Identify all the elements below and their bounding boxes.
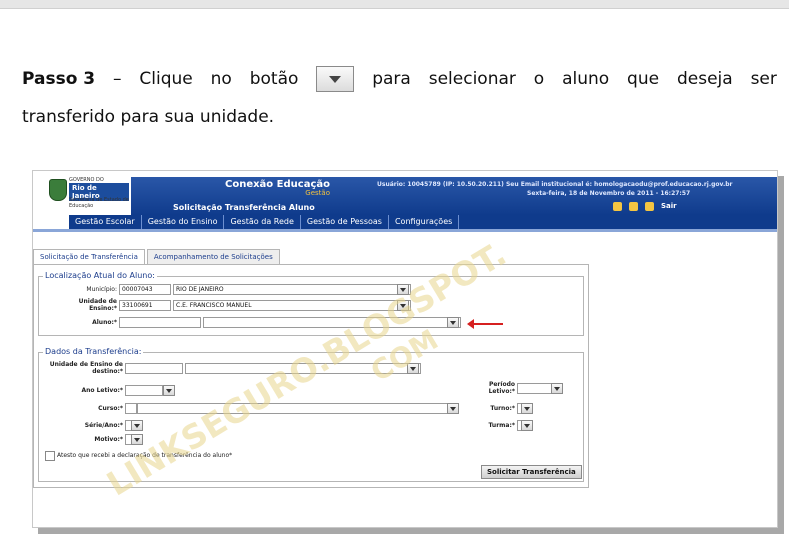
page-subtitle: Solicitação Transferência Aluno [173,203,315,212]
word: botão [249,69,299,89]
user-icon[interactable] [629,201,638,211]
logo-secretaria: Secretaria de Estado de Educação [69,197,129,209]
word: aluno [562,69,610,89]
municipio-label: Município: [86,286,117,293]
aluno-label: Aluno:* [92,319,117,326]
instruction-line-2: transferido para sua unidade. [22,107,275,127]
nav-configuracoes[interactable]: Configurações [389,215,460,229]
tab-acompanhamento[interactable]: Acompanhamento de Solicitações [146,249,280,265]
ano-letivo-dropdown-button[interactable] [163,385,175,396]
unidade-destino-label: Unidade de Ensino de destino:* [49,361,123,375]
localizacao-legend: Localização Atual do Aluno: [43,271,157,280]
word: que [627,69,660,89]
app-header: GOVERNO DO Rio de Janeiro Secretaria de … [33,171,777,215]
solicitar-transferencia-button[interactable]: Solicitar Transferência [481,465,582,479]
serie-ano-label: Série/Ano:* [84,422,123,429]
coat-of-arms-icon [49,179,67,201]
exit-icon[interactable] [645,201,654,211]
home-icon[interactable] [613,201,622,211]
unidade-destino-code-field[interactable] [125,363,183,374]
turma-dropdown-button[interactable] [521,420,533,431]
nav-gestao-rede[interactable]: Gestão da Rede [224,215,301,229]
header-icons: Sair [613,201,677,211]
unidade-label: Unidade de Ensino:* [78,298,117,312]
exit-link[interactable]: Sair [661,202,677,211]
motivo-dropdown-button[interactable] [131,434,143,445]
municipio-code-field[interactable]: 00007043 [119,284,171,295]
word: o [533,69,545,89]
tabs: Solicitação de Transferência Acompanhame… [33,249,282,265]
nav-gestao-escolar[interactable]: Gestão Escolar [69,215,142,229]
nav-gestao-ensino[interactable]: Gestão do Ensino [142,215,225,229]
dash: – [113,69,122,89]
top-border [0,0,789,9]
atesto-checkbox[interactable] [45,451,55,461]
serie-ano-dropdown-button[interactable] [131,420,143,431]
word: selecionar [428,69,516,89]
turno-label: Turno:* [490,405,515,412]
state-logo: GOVERNO DO Rio de Janeiro Secretaria de … [47,177,129,211]
motivo-label: Motivo:* [94,436,123,443]
word: Clique [139,69,193,89]
word: no [210,69,232,89]
aluno-dropdown-button[interactable] [447,317,459,328]
curso-code-field[interactable] [125,403,137,414]
dados-legend: Dados da Transferência: [43,347,144,356]
main-nav: Gestão Escolar Gestão do Ensino Gestão d… [33,215,777,229]
aluno-code-field[interactable] [119,317,201,328]
dropdown-button-illustration [316,66,355,92]
nav-underline [33,229,777,232]
word: ser [750,69,777,89]
red-pointer-arrow [467,319,503,329]
brand-sub: Gestão [305,189,330,197]
step-label: Passo 3 [22,69,96,89]
instruction-text: Passo 3 – Clique no botão para seleciona… [22,60,777,136]
curso-label: Curso:* [98,405,123,412]
localizacao-fieldset: Localização Atual do Aluno: Município: 0… [38,271,584,336]
curso-dropdown-button[interactable] [447,403,459,414]
curso-name-field[interactable] [137,403,457,414]
word: para [372,69,411,89]
tab-solicitacao[interactable]: Solicitação de Transferência [33,249,145,265]
ano-letivo-label: Ano Letivo:* [81,387,123,394]
user-info: Usuário: 10045789 (IP: 10.50.20.211) Seu… [377,181,733,188]
turma-label: Turma:* [488,422,515,429]
word: deseja [676,69,733,89]
nav-gestao-pessoas[interactable]: Gestão de Pessoas [301,215,389,229]
date-info: Sexta-feira, 18 de Novembro de 2011 - 16… [527,190,691,197]
periodo-letivo-label: Período Letivo:* [488,381,515,395]
unidade-code-field[interactable]: 33100691 [119,300,171,311]
turno-dropdown-button[interactable] [521,403,533,414]
periodo-letivo-dropdown-button[interactable] [551,383,563,394]
ano-letivo-field[interactable] [125,385,163,396]
municipio-name-field[interactable]: RIO DE JANEIRO [173,284,411,295]
app-brand: Conexão Educação Gestão [225,179,330,197]
